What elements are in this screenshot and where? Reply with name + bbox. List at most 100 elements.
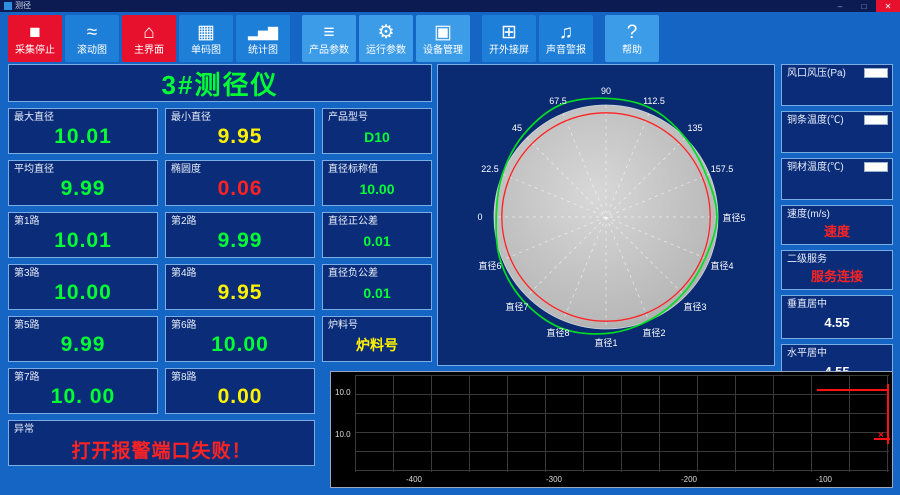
statistics-chart-button[interactable]: ▂▅▇ 统计图 <box>236 14 290 62</box>
value-text: 炉料号 <box>356 337 398 353</box>
sound-alarm-icon: ♫ <box>558 21 574 43</box>
cell-label: 第6路 <box>171 320 197 331</box>
trend-chart-panel: 10.0 10.0 -400 -300 -200 -100 × <box>330 371 893 488</box>
cell-value: 9.99 <box>14 175 152 203</box>
speed-value: 速度 <box>787 220 887 241</box>
x-tick-label: -400 <box>405 475 423 484</box>
polar-diameter-label: 直径7 <box>505 301 528 312</box>
waveform-icon: ≈ <box>86 21 98 43</box>
main-screen-button[interactable]: ⌂ 主界面 <box>122 14 176 62</box>
stop-capture-button[interactable]: ■ 采集停止 <box>8 14 62 62</box>
device-icon: ▣ <box>434 21 452 43</box>
maximize-button[interactable]: □ <box>852 0 876 12</box>
polar-angle-label: 90 <box>601 86 611 96</box>
polar-diameter-label: 直径8 <box>546 327 569 338</box>
copper-bar-temp-input[interactable] <box>864 115 888 125</box>
cell-value: D10 <box>328 123 426 151</box>
polar-diameter-label: 直径5 <box>722 212 745 223</box>
vertical-center-label: 垂直居中 <box>787 299 827 310</box>
cell-ch1: 第1路 10.01 <box>8 212 158 258</box>
cell-label: 最大直径 <box>14 112 54 123</box>
close-button[interactable]: ✕ <box>876 0 900 12</box>
polar-chart-panel: 0 22.5 45 67.5 90 112.5 135 157.5 直径1 直径… <box>437 64 775 366</box>
cell-value: 0.01 <box>328 279 426 307</box>
device-manage-button[interactable]: ▣ 设备管理 <box>416 14 470 62</box>
y-tick-label: 10.0 <box>335 430 351 439</box>
value-text: 4.55 <box>824 315 850 330</box>
titlebar: 测径 – □ ✕ <box>0 0 900 12</box>
polar-diameter-label: 直径3 <box>683 301 706 312</box>
help-label: 帮助 <box>622 45 642 56</box>
l2-service-status: 服务连接 <box>787 265 887 286</box>
right-column: 风口风压(Pa) 铜条温度(℃) 铜材温度(℃) 速度(m/s) 速度 二级服务… <box>781 64 893 388</box>
run-params-button[interactable]: ⚙ 运行参数 <box>359 14 413 62</box>
cell-ch2: 第2路 9.99 <box>165 212 315 258</box>
minimize-button[interactable]: – <box>828 0 852 12</box>
trace-cursor <box>887 384 889 444</box>
polar-diameter-label: 直径4 <box>710 260 733 271</box>
cell-value: 0.06 <box>171 175 309 203</box>
single-code-chart-button[interactable]: ▦ 单码图 <box>179 14 233 62</box>
list-icon: ≡ <box>323 21 335 43</box>
cell-ch8: 第8路 0.00 <box>165 368 315 414</box>
polar-angle-label: 157.5 <box>711 164 734 174</box>
value-text: 0.01 <box>363 233 391 249</box>
value-text: 0.00 <box>217 385 263 408</box>
alarm-message: 打开报警端口失败！ <box>14 435 309 463</box>
app-icon <box>4 2 12 10</box>
cell-value: 0.00 <box>171 383 309 411</box>
l2-service-panel: 二级服务 服务连接 <box>781 250 893 290</box>
cell-label: 第8路 <box>171 372 197 383</box>
cell-label: 第4路 <box>171 268 197 279</box>
cell-label: 平均直径 <box>14 164 54 175</box>
horizontal-center-label: 水平居中 <box>787 348 827 359</box>
cell-label: 直径负公差 <box>328 268 378 279</box>
stop-icon: ■ <box>29 21 41 43</box>
window-controls: – □ ✕ <box>828 0 900 12</box>
polar-angle-label: 0 <box>477 212 482 222</box>
cell-label: 第1路 <box>14 216 40 227</box>
polar-angle-label: 45 <box>512 123 522 133</box>
help-icon: ? <box>626 21 638 43</box>
external-screen-label: 开外接屏 <box>489 45 529 56</box>
polar-angle-label: 22.5 <box>481 164 499 174</box>
bar-chart-icon: ▂▅▇ <box>248 24 278 40</box>
copper-rod-temp-input[interactable] <box>864 162 888 172</box>
statistics-chart-label: 统计图 <box>248 45 278 56</box>
trace-top <box>817 389 889 391</box>
sound-alarm-button[interactable]: ♫ 声音警报 <box>539 14 593 62</box>
wind-pressure-panel: 风口风压(Pa) <box>781 64 893 106</box>
value-text: D10 <box>364 129 390 145</box>
cell-product-model: 产品型号 D10 <box>322 108 432 154</box>
polar-angle-label: 135 <box>687 123 702 133</box>
help-button[interactable]: ? 帮助 <box>605 14 659 62</box>
external-screen-button[interactable]: ⊞ 开外接屏 <box>482 14 536 62</box>
speed-panel: 速度(m/s) 速度 <box>781 205 893 245</box>
main-screen-label: 主界面 <box>134 45 164 56</box>
cell-ch4: 第4路 9.95 <box>165 264 315 310</box>
cell-value: 10.00 <box>14 279 152 307</box>
copper-rod-temp-value <box>787 173 887 196</box>
x-tick-label: -300 <box>545 475 563 484</box>
cell-value: 10.00 <box>171 331 309 359</box>
wind-pressure-input[interactable] <box>864 68 888 78</box>
sound-alarm-label: 声音警报 <box>546 45 586 56</box>
value-text: 10.01 <box>54 125 112 148</box>
cell-label: 最小直径 <box>171 112 211 123</box>
copper-bar-temp-value <box>787 126 887 149</box>
value-text: 9.99 <box>60 333 106 356</box>
cell-label: 第2路 <box>171 216 197 227</box>
cell-ch6: 第6路 10.00 <box>165 316 315 362</box>
single-code-chart-label: 单码图 <box>191 45 221 56</box>
external-screen-icon: ⊞ <box>501 21 517 43</box>
value-text: 0.06 <box>217 177 263 200</box>
cell-label: 第7路 <box>14 372 40 383</box>
value-text: 打开报警端口失败！ <box>71 440 252 462</box>
y-tick-label: 10.0 <box>335 388 351 397</box>
cell-max-diameter: 最大直径 10.01 <box>8 108 158 154</box>
toolbar-gap <box>596 38 605 39</box>
product-params-button[interactable]: ≡ 产品参数 <box>302 14 356 62</box>
scroll-chart-button[interactable]: ≈ 滚动图 <box>65 14 119 62</box>
copper-rod-temp-panel: 铜材温度(℃) <box>781 158 893 200</box>
stop-capture-label: 采集停止 <box>15 45 55 56</box>
